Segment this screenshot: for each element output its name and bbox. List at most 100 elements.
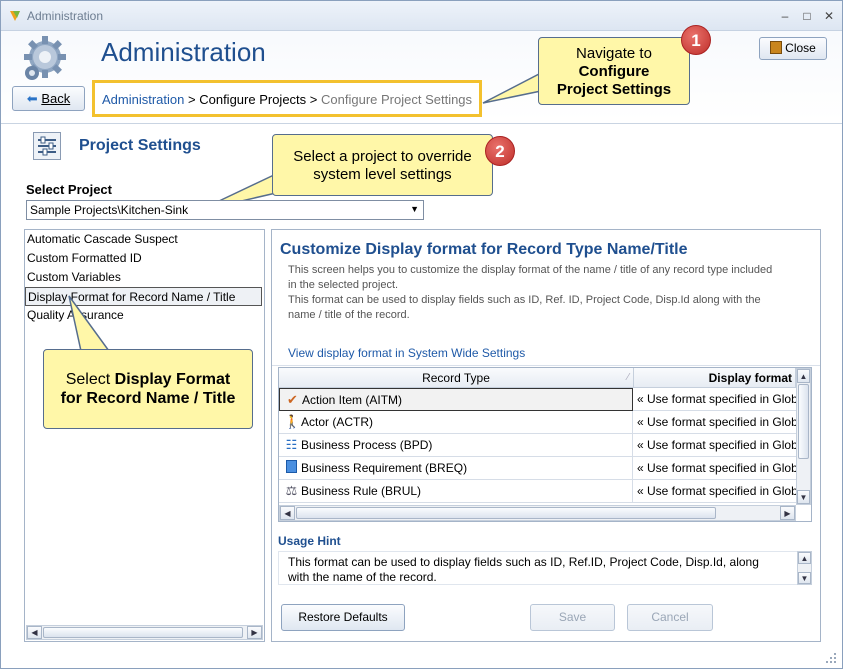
display-format-cell[interactable]: « Use format specified in Global — [634, 411, 796, 434]
callout-3-pointer — [68, 295, 111, 352]
hint-vertical-scrollbar[interactable]: ▲ ▼ — [797, 551, 812, 585]
table-row[interactable]: ✔ Action Item (AITM) « Use format specif… — [279, 388, 796, 411]
description-line-1: This screen helps you to customize the d… — [288, 264, 773, 276]
usage-hint-box: This format can be used to display field… — [278, 551, 812, 585]
header-divider — [1, 123, 842, 124]
grid-vertical-scrollbar[interactable]: ▲ ▼ — [796, 368, 811, 505]
scroll-right-icon[interactable]: ▶ — [780, 506, 795, 520]
sort-icon: ⁄ — [627, 372, 629, 383]
grid-horizontal-scrollbar[interactable]: ◀ ▶ — [279, 505, 796, 521]
resize-grip-icon[interactable] — [824, 651, 838, 665]
scroll-right-icon[interactable]: ▶ — [247, 626, 262, 639]
business-process-icon: ☷ — [285, 437, 298, 452]
settings-list: Automatic Cascade Suspect Custom Formatt… — [24, 229, 265, 642]
exit-door-icon — [770, 41, 783, 54]
scroll-up-icon[interactable]: ▲ — [798, 552, 811, 564]
callout-1-line2: Configure — [578, 63, 650, 80]
callout-1-line3: Project Settings — [556, 81, 672, 98]
gear-icon — [21, 33, 67, 81]
scroll-left-icon[interactable]: ◀ — [280, 506, 295, 520]
business-rule-icon: ⚖ — [285, 483, 298, 498]
back-button[interactable]: ⬅ Back — [12, 86, 85, 111]
callout-select-display-format: Select Display Format for Record Name / … — [43, 349, 253, 429]
customize-title: Customize Display format for Record Type… — [280, 241, 688, 258]
project-settings-title: Project Settings — [79, 137, 201, 154]
column-header-record-type[interactable]: Record Type ⁄ — [279, 368, 634, 388]
dropdown-arrow-icon[interactable]: ▼ — [410, 204, 419, 214]
display-format-cell[interactable]: « Use format specified in Global — [634, 388, 796, 411]
minimize-button[interactable]: – — [776, 8, 794, 24]
usage-hint-title: Usage Hint — [278, 534, 341, 548]
desc-vertical-scrollbar[interactable] — [820, 230, 821, 365]
close-button-label: Close — [785, 41, 816, 55]
callout-2-line2: system level settings — [313, 166, 452, 183]
record-type-cell: Action Item (AITM) — [302, 393, 403, 407]
record-type-cell: Business Rule (BRUL) — [301, 484, 422, 498]
table-row[interactable]: ☷ Business Process (BPD) « Use format spe… — [279, 434, 796, 457]
description-line-4: name / title of the record. — [288, 309, 410, 321]
column-header-display-format[interactable]: Display format — [634, 368, 796, 388]
callout-navigate: Navigate to Configure Project Settings — [538, 37, 690, 105]
breadcrumb-administration[interactable]: Administration — [102, 92, 184, 107]
app-logo-icon — [8, 9, 22, 23]
description-line-3: This format can be used to display field… — [288, 294, 761, 306]
usage-hint-line-2: with the name of the record. — [288, 570, 437, 584]
record-type-cell: Business Process (BPD) — [301, 438, 433, 452]
record-type-cell: Business Requirement (BREQ) — [301, 461, 468, 475]
window-close-button[interactable]: ✕ — [820, 8, 838, 24]
scroll-up-icon[interactable]: ▲ — [797, 369, 810, 383]
callout-1-line1: Navigate to — [576, 45, 652, 62]
action-item-icon: ✔ — [287, 392, 298, 407]
display-format-cell[interactable]: « Use format specified in Global — [634, 480, 796, 503]
breadcrumb-separator: > — [188, 92, 196, 107]
callout-select-project: Select a project to override system leve… — [272, 134, 493, 196]
scroll-down-icon[interactable]: ▼ — [797, 490, 810, 504]
panel-top-separator — [272, 365, 820, 366]
callout-2-line1: Select a project to override — [293, 148, 472, 165]
list-item-custom-formatted-id[interactable]: Custom Formatted ID — [27, 249, 142, 268]
admin-window: Administration – □ ✕ Administration ⬅ Ba… — [0, 0, 843, 669]
close-button[interactable]: Close — [759, 37, 827, 60]
breadcrumb: Administration > Configure Projects > Co… — [92, 80, 482, 117]
scroll-thumb[interactable] — [296, 507, 716, 519]
description-line-2: in the selected project. — [288, 279, 399, 291]
window-title: Administration — [27, 9, 104, 23]
callout-3-line2: for Record Name / Title — [60, 390, 236, 407]
restore-defaults-button[interactable]: Restore Defaults — [281, 604, 405, 631]
display-format-cell[interactable]: « Use format specified in Global — [634, 457, 796, 480]
callout-3-pre: Select — [65, 371, 115, 388]
step-2-badge: 2 — [485, 136, 515, 166]
column-header-record-type-label: Record Type — [422, 371, 490, 385]
project-select[interactable]: Sample Projects\Kitchen-Sink ▼ — [26, 200, 424, 220]
display-format-cell[interactable]: « Use format specified in Global — [634, 434, 796, 457]
scroll-thumb[interactable] — [43, 627, 243, 638]
record-type-grid: Record Type ⁄ Display format ✔ Action It… — [278, 367, 812, 522]
back-arrow-icon: ⬅ — [26, 91, 38, 106]
table-row[interactable]: ⚖ Business Rule (BRUL) « Use format speci… — [279, 480, 796, 503]
scroll-thumb[interactable] — [798, 384, 809, 459]
settings-sliders-icon — [33, 132, 61, 160]
list-item-custom-variables[interactable]: Custom Variables — [27, 268, 121, 287]
back-button-label: Back — [41, 91, 71, 106]
table-row[interactable]: Business Requirement (BREQ) « Use format… — [279, 457, 796, 480]
page-title: Administration — [101, 37, 266, 67]
title-bar: Administration – □ ✕ — [1, 1, 842, 31]
usage-hint-line-1: This format can be used to display field… — [288, 555, 759, 569]
list-item-cascade-suspect[interactable]: Automatic Cascade Suspect — [27, 230, 178, 249]
step-1-badge: 1 — [681, 25, 711, 55]
breadcrumb-separator: > — [309, 92, 318, 107]
select-project-label: Select Project — [26, 182, 112, 197]
system-wide-settings-link[interactable]: View display format in System Wide Setti… — [288, 346, 525, 360]
project-select-value: Sample Projects\Kitchen-Sink — [30, 203, 189, 217]
maximize-button[interactable]: □ — [798, 8, 816, 24]
breadcrumb-configure-projects[interactable]: Configure Projects — [199, 92, 306, 107]
list-horizontal-scrollbar[interactable]: ◀ ▶ — [26, 625, 263, 640]
cancel-button[interactable]: Cancel — [627, 604, 713, 631]
scroll-left-icon[interactable]: ◀ — [27, 626, 42, 639]
table-row[interactable]: 🚶 Actor (ACTR) « Use format specified in … — [279, 411, 796, 434]
save-button[interactable]: Save — [530, 604, 615, 631]
scroll-down-icon[interactable]: ▼ — [798, 572, 811, 584]
callout-3-bold: Display Format — [114, 371, 231, 388]
requirement-icon — [284, 460, 299, 475]
breadcrumb-current: Configure Project Settings — [321, 92, 473, 107]
